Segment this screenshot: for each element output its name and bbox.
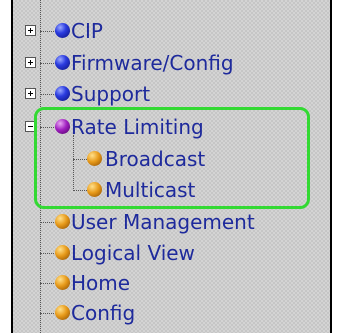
tree-item-label[interactable]: Firmware/Config [71, 53, 234, 73]
tree-item-label[interactable]: Support [71, 84, 150, 104]
orange-ball-icon [55, 214, 70, 229]
tree-item-support[interactable]: Support [13, 81, 313, 107]
tree-item-label[interactable]: Config [71, 303, 135, 323]
blue-ball-icon [55, 55, 70, 70]
tree-item-user-management[interactable]: User Management [13, 209, 323, 235]
tree-item-home[interactable]: Home [13, 270, 313, 296]
tree-item-label[interactable]: User Management [71, 212, 255, 232]
tree-item-logical-view[interactable]: Logical View [13, 240, 313, 266]
expand-plus-icon[interactable] [25, 25, 36, 36]
orange-ball-icon [55, 305, 70, 320]
blue-ball-icon [55, 86, 70, 101]
expand-plus-icon[interactable] [25, 57, 36, 68]
nav-tree-panel: CIP Firmware/Config Support Rate Limitin… [11, 0, 332, 333]
tree-item-label[interactable]: Home [71, 273, 130, 293]
orange-ball-icon [55, 275, 70, 290]
tree-item-cip[interactable]: CIP [13, 18, 313, 44]
tree-item-firmware-config[interactable]: Firmware/Config [13, 50, 313, 76]
tree-item-label[interactable]: Logical View [71, 243, 195, 263]
expand-plus-icon[interactable] [25, 88, 36, 99]
tree-item-config[interactable]: Config [13, 300, 313, 326]
orange-ball-icon [55, 245, 70, 260]
tree-item-label[interactable]: CIP [71, 21, 103, 41]
rate-limiting-highlight-box [34, 107, 310, 209]
blue-ball-icon [55, 23, 70, 38]
